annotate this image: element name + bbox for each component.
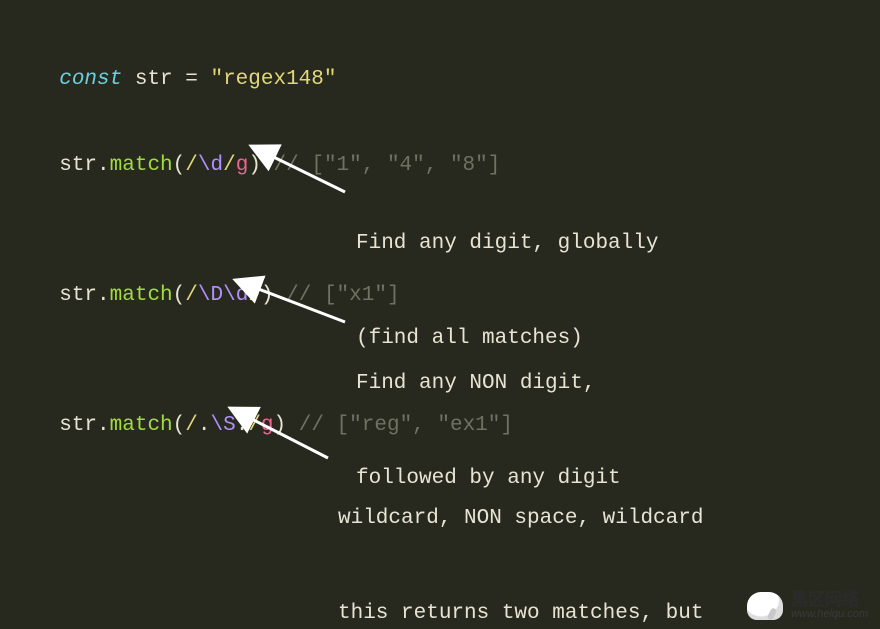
regex-delim: / (185, 414, 198, 437)
code-illustration: { "line_const": { "keyword": "const", "i… (0, 0, 880, 629)
watermark-text: 黑区网络 www.heiqu.com (791, 591, 868, 621)
annotation-1-line-1: Find any digit, globally (356, 228, 658, 260)
dot: . (97, 284, 110, 307)
regex-delim: / (248, 414, 261, 437)
regex-dot: . (198, 414, 211, 437)
method-match: match (110, 414, 173, 437)
paren-close: ) (261, 284, 286, 307)
code-line-match-3: str.match(/.\S./g) // ["reg", "ex1"] (34, 378, 513, 441)
keyword-const: const (59, 68, 122, 91)
paren-open: ( (173, 284, 186, 307)
regex-dot: . (236, 414, 249, 437)
regex-flag-g: g (261, 414, 274, 437)
identifier-str: str (59, 414, 97, 437)
watermark: 黑区网络 www.heiqu.com (747, 591, 868, 621)
operator-eq: = (185, 68, 210, 91)
method-match: match (110, 284, 173, 307)
paren-close: ) (248, 154, 273, 177)
code-line-const: const str = "regex148" (34, 32, 337, 95)
regex-escape-S: \S (210, 414, 235, 437)
method-match: match (110, 154, 173, 177)
string-literal: "regex148" (210, 68, 336, 91)
regex-flag-g: g (236, 154, 249, 177)
regex-escape-D: \D (198, 284, 223, 307)
regex-escape-d: \d (198, 154, 223, 177)
regex-delim: / (248, 284, 261, 307)
paren-close: ) (274, 414, 299, 437)
identifier-str: str (59, 154, 97, 177)
watermark-title: 黑区网络 (791, 591, 868, 608)
comment-result-3: // ["reg", "ex1"] (299, 414, 513, 437)
paren-open: ( (173, 154, 186, 177)
comment-result-2: // ["x1"] (286, 284, 399, 307)
paren-open: ( (173, 414, 186, 437)
identifier-str: str (122, 68, 185, 91)
annotation-3-line-2: this returns two matches, but (338, 598, 716, 629)
mushroom-icon (747, 592, 783, 620)
watermark-url: www.heiqu.com (791, 608, 868, 621)
regex-delim: / (223, 154, 236, 177)
regex-delim: / (185, 284, 198, 307)
code-line-match-2: str.match(/\D\d/) // ["x1"] (34, 248, 400, 311)
regex-escape-d: \d (223, 284, 248, 307)
annotation-3: wildcard, NON space, wildcard this retur… (338, 440, 716, 629)
dot: . (97, 414, 110, 437)
regex-delim: / (185, 154, 198, 177)
identifier-str: str (59, 284, 97, 307)
annotation-3-line-1: wildcard, NON space, wildcard (338, 503, 716, 535)
dot: . (97, 154, 110, 177)
